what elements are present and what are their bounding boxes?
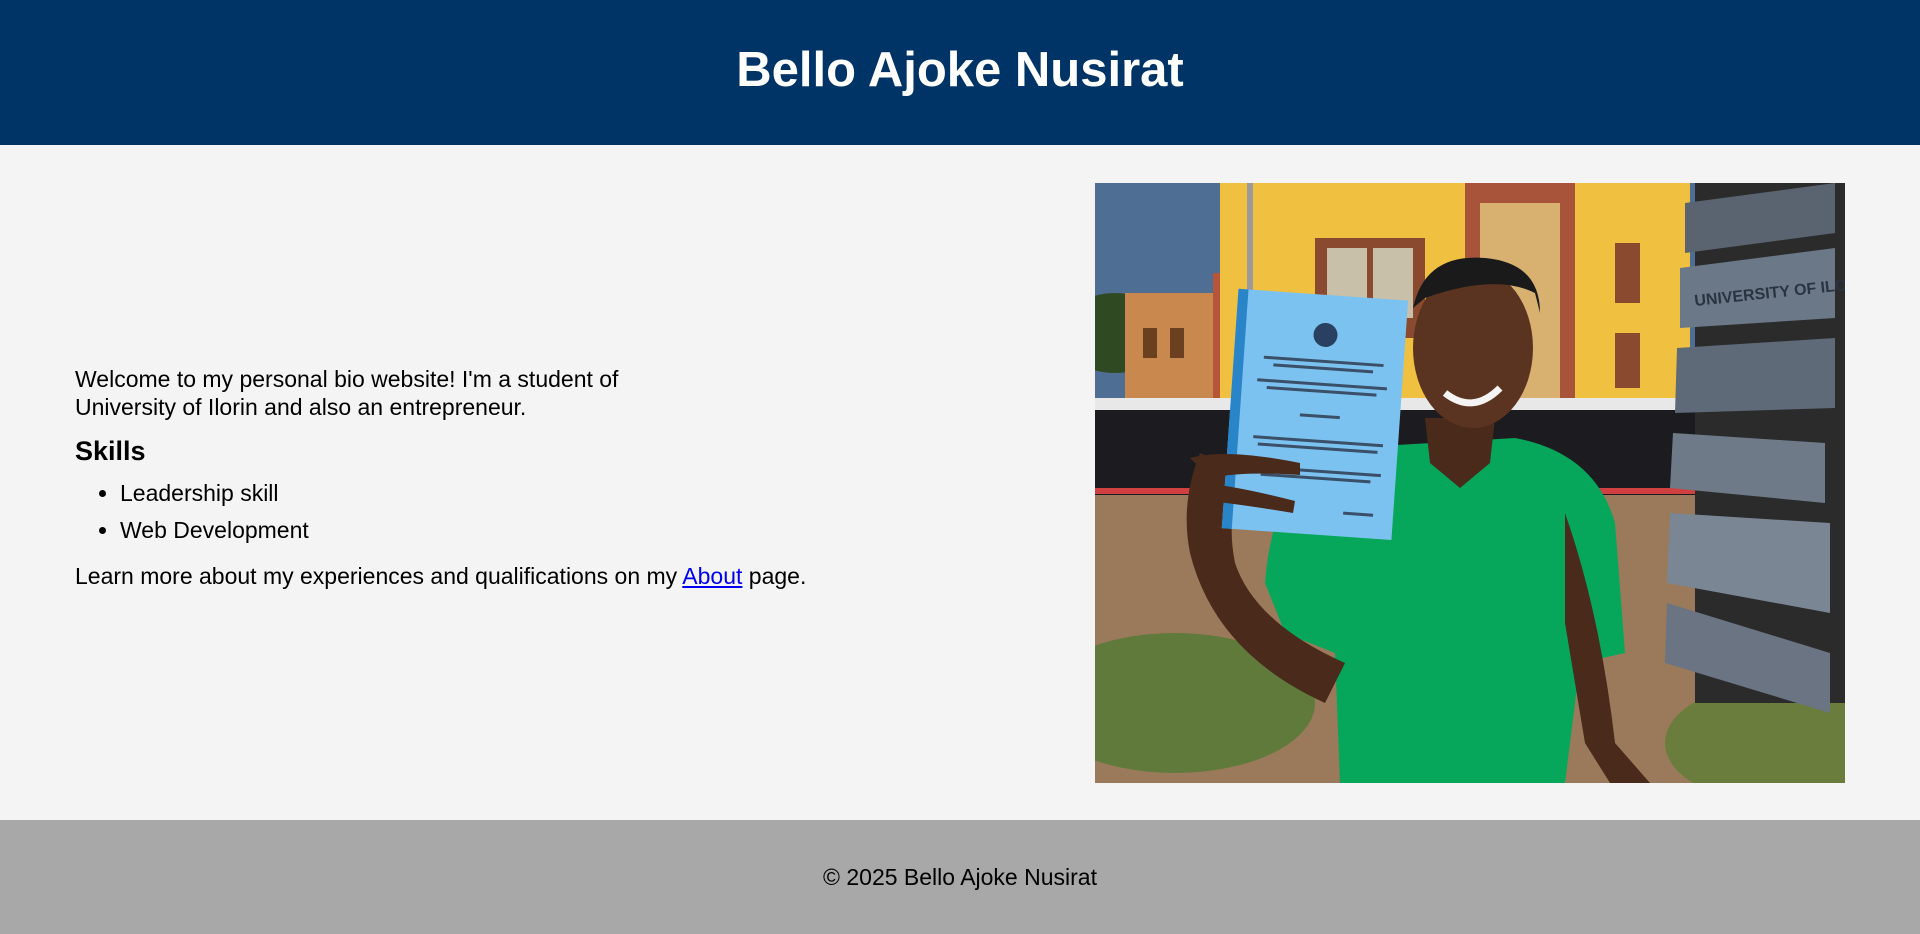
about-link[interactable]: About (682, 563, 742, 589)
page-title: Bello Ajoke Nusirat (736, 42, 1184, 97)
site-footer: © 2025 Bello Ajoke Nusirat (0, 820, 1920, 934)
about-cta-text: Learn more about my experiences and qual… (75, 563, 975, 590)
footer-copyright: © 2025 Bello Ajoke Nusirat (823, 863, 1097, 890)
profile-photo: UNIVERSITY OF ILORIN (1095, 183, 1845, 783)
skills-heading: Skills (75, 436, 146, 466)
about-cta-suffix: page. (742, 563, 807, 589)
intro-section: Welcome to my personal bio website! I'm … (75, 365, 975, 590)
site-header: Bello Ajoke Nusirat (0, 0, 1920, 145)
skills-list: Leadership skill Web Development (75, 475, 975, 549)
welcome-text: Welcome to my personal bio website! I'm … (75, 366, 619, 420)
main-content: Welcome to my personal bio website! I'm … (0, 145, 1920, 820)
list-item: Web Development (120, 512, 975, 549)
about-cta-prefix: Learn more about my experiences and qual… (75, 563, 683, 589)
list-item: Leadership skill (120, 475, 975, 512)
